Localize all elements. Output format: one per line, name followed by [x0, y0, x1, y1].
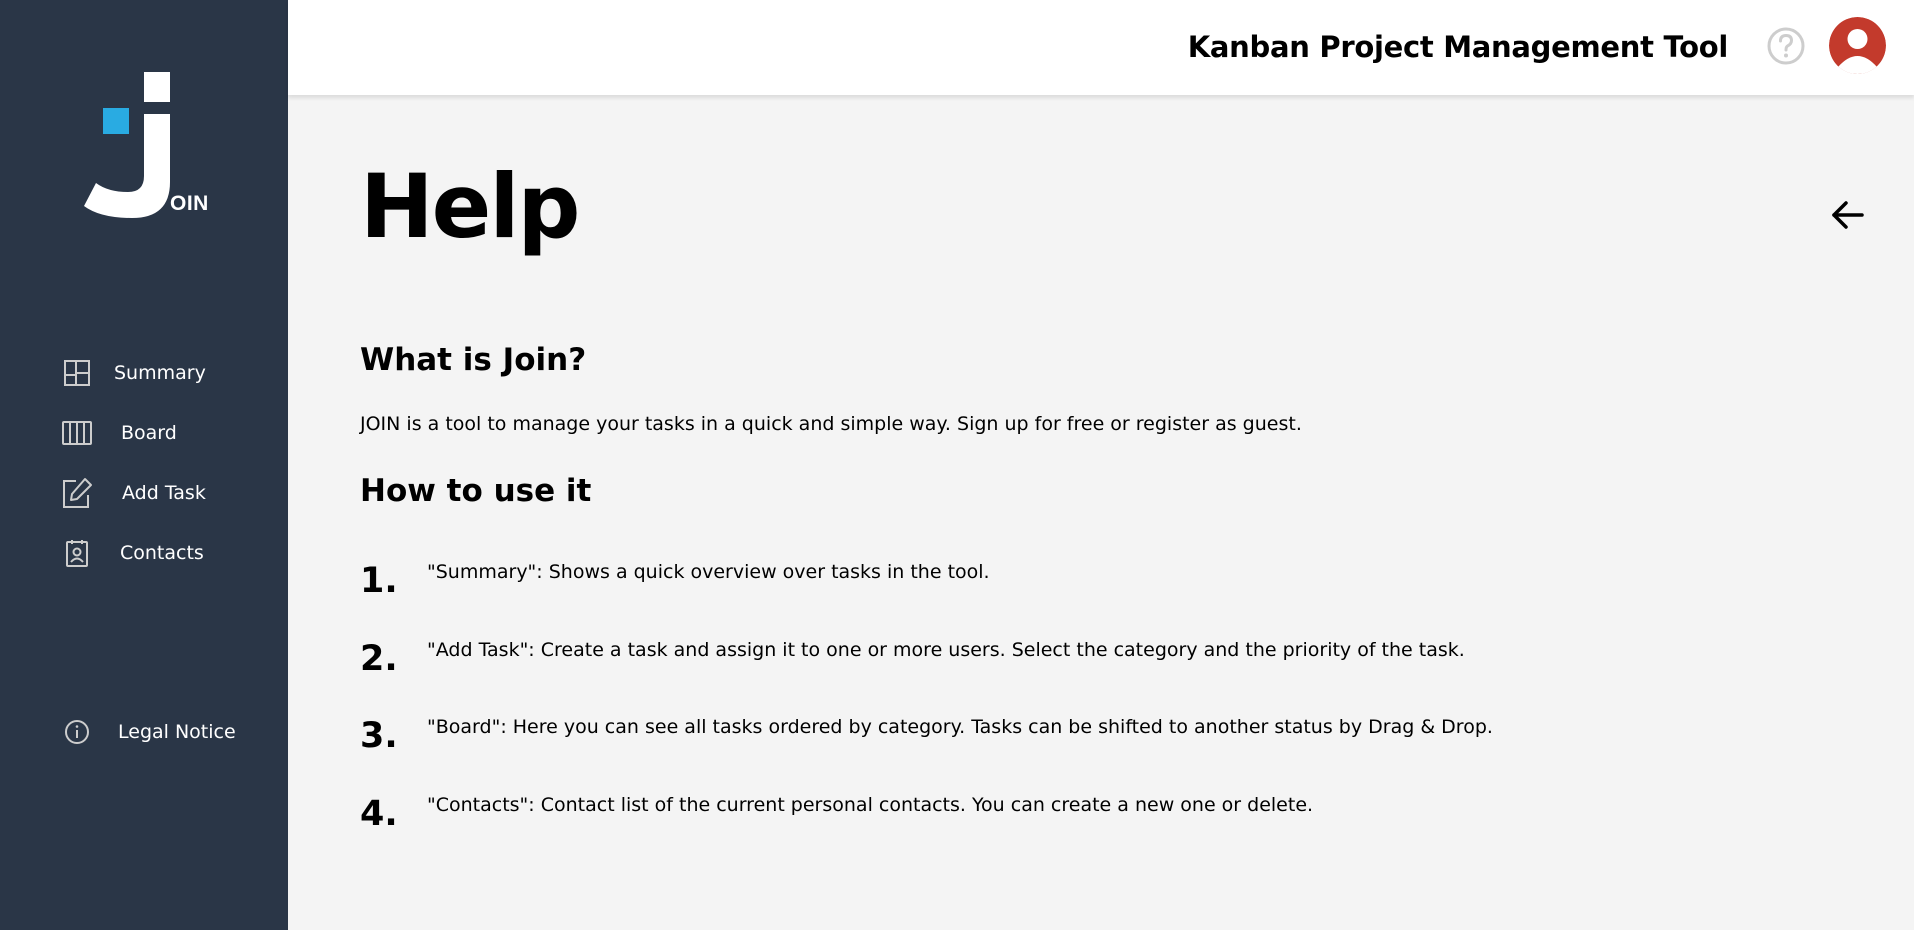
help-step: 4. "Contacts": Contact list of the curre…: [360, 794, 1860, 844]
user-icon: [1829, 17, 1886, 74]
help-step: 2. "Add Task": Create a task and assign …: [360, 639, 1860, 689]
sidebar-item-legal-notice[interactable]: Legal Notice: [60, 712, 236, 752]
sidebar-item-label: Summary: [114, 362, 206, 384]
step-text: "Add Task": Create a task and assign it …: [427, 639, 1465, 661]
app-root: OIN Summary Board Add Task Contacts Lega…: [0, 0, 1914, 930]
step-number: 1.: [360, 561, 398, 601]
step-number: 3.: [360, 716, 398, 756]
sidebar: OIN Summary Board Add Task Contacts Lega…: [0, 0, 288, 930]
logo-text: OIN: [170, 192, 209, 215]
user-avatar[interactable]: [1829, 17, 1886, 74]
page-title: Help: [360, 155, 580, 258]
step-number: 4.: [360, 794, 398, 834]
help-step: 3. "Board": Here you can see all tasks o…: [360, 716, 1860, 766]
sidebar-item-board[interactable]: Board: [60, 413, 177, 453]
question-icon[interactable]: [1766, 26, 1806, 66]
sidebar-item-label: Add Task: [122, 482, 206, 504]
how-to-use-heading: How to use it: [360, 473, 592, 509]
step-text: "Board": Here you can see all tasks orde…: [427, 716, 1493, 738]
what-is-join-heading: What is Join?: [360, 342, 587, 378]
info-icon: [60, 715, 94, 749]
sidebar-item-label: Contacts: [120, 542, 204, 564]
sidebar-item-label: Board: [121, 422, 177, 444]
top-header: Kanban Project Management Tool: [288, 0, 1914, 95]
step-text: "Summary": Shows a quick overview over t…: [427, 561, 990, 583]
summary-icon: [60, 356, 94, 390]
step-number: 2.: [360, 639, 398, 679]
sidebar-item-add-task[interactable]: Add Task: [60, 473, 206, 513]
join-logo[interactable]: OIN: [82, 70, 212, 220]
header-title: Kanban Project Management Tool: [1187, 30, 1729, 64]
board-icon: [60, 416, 94, 450]
step-text: "Contacts": Contact list of the current …: [427, 794, 1314, 816]
add-task-icon: [60, 476, 94, 510]
sidebar-item-label: Legal Notice: [118, 721, 236, 743]
sidebar-item-contacts[interactable]: Contacts: [60, 533, 204, 573]
arrow-left-icon[interactable]: [1828, 195, 1868, 235]
contacts-icon: [60, 536, 94, 570]
help-step: 1. "Summary": Shows a quick overview ove…: [360, 561, 1860, 611]
what-is-join-text: JOIN is a tool to manage your tasks in a…: [360, 413, 1302, 435]
sidebar-item-summary[interactable]: Summary: [60, 353, 206, 393]
